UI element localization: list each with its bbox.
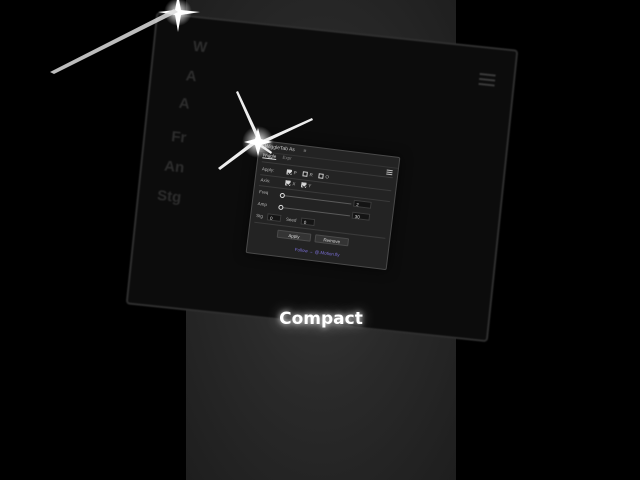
axis-x-label: X (292, 181, 296, 187)
apply-label: Apply: (261, 166, 275, 173)
apply-o-label: O (325, 174, 330, 180)
tab-expr[interactable]: Expr (282, 155, 292, 161)
amp-slider-track (278, 206, 350, 217)
bg-label-stg: Stg (156, 186, 183, 207)
freq-slider-handle[interactable] (279, 192, 286, 198)
axis-x-checkbox[interactable] (285, 180, 291, 186)
tab-wiggle[interactable]: Wiggle (262, 152, 277, 160)
bg-label-axis: A (178, 94, 191, 113)
axis-y-label: Y (307, 183, 312, 189)
freq-label: Freq (258, 189, 269, 196)
amp-label: Amp (257, 201, 268, 208)
axis-y-checkbox[interactable] (301, 182, 307, 188)
apply-o-checkbox[interactable] (318, 173, 324, 179)
apply-r-label: R (309, 172, 314, 178)
bg-hamburger-icon (478, 70, 496, 90)
seed-label: Seed (285, 216, 297, 223)
apply-p-label: P (293, 170, 298, 176)
panel-menu-icon[interactable]: ≡ (303, 148, 307, 154)
stg-input[interactable]: 0 (266, 213, 282, 222)
bg-label-amp: An (163, 157, 186, 177)
apply-r-checkbox[interactable] (302, 171, 308, 177)
apply-button[interactable]: Apply (276, 229, 312, 242)
amp-slider-handle[interactable] (278, 204, 284, 210)
bg-label-freq: Fr (170, 128, 188, 147)
remove-button[interactable]: Remove (314, 234, 350, 247)
axis-label: Axis: (260, 177, 271, 184)
stg-label: Stg (255, 212, 264, 219)
hamburger-icon[interactable] (386, 169, 393, 177)
amp-input[interactable]: 30 (351, 211, 371, 221)
panel-tabs: Wiggle Expr (262, 152, 292, 161)
freq-input[interactable]: 2 (353, 199, 372, 209)
apply-p-checkbox[interactable] (286, 169, 293, 175)
panel-title: WiggleTab As (264, 143, 296, 154)
caption-title: Compact (279, 309, 363, 329)
seed-input[interactable]: 0 (300, 217, 316, 227)
wiggle-panel: WiggleTab As ≡ Wiggle Expr Apply: P R O … (245, 139, 401, 271)
bg-label-w: W (192, 37, 208, 57)
bg-label-apply: A (184, 67, 198, 86)
